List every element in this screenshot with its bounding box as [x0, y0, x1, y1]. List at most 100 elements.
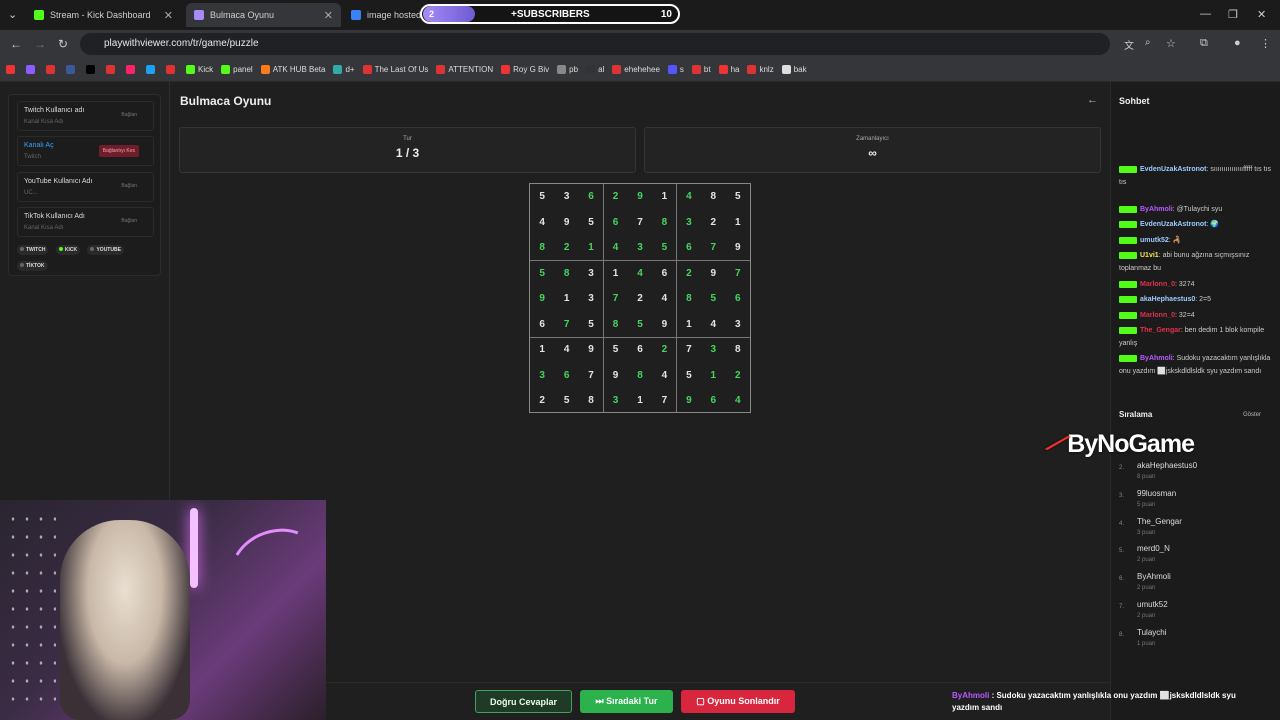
chat-username[interactable]: umutk52 [1140, 237, 1169, 244]
sudoku-cell[interactable]: 2 [677, 261, 701, 286]
bookmark-item[interactable]: knlz [747, 65, 774, 74]
bookmark-item[interactable]: pb [557, 65, 578, 74]
sudoku-cell[interactable]: 9 [554, 210, 578, 235]
close-window-icon[interactable]: ✕ [1257, 8, 1266, 21]
connect-button[interactable]: Bağlan [121, 112, 137, 118]
sudoku-cell[interactable]: 8 [530, 235, 554, 260]
bookmark-item[interactable]: al [586, 65, 604, 74]
url-input[interactable]: playwithviewer.com/tr/game/puzzle [80, 33, 1110, 55]
sudoku-cell[interactable]: 6 [530, 312, 554, 337]
profile-avatar-icon[interactable]: ● [1234, 37, 1241, 49]
sudoku-cell[interactable]: 1 [530, 337, 554, 362]
chat-username[interactable]: Marlonn_0 [1140, 281, 1175, 288]
bookmark-icon[interactable] [6, 65, 18, 74]
sudoku-cell[interactable]: 1 [652, 184, 676, 209]
sudoku-cell[interactable]: 4 [677, 184, 701, 209]
bookmark-icon[interactable] [106, 65, 118, 74]
sudoku-cell[interactable]: 7 [726, 261, 750, 286]
platform-chip-kick[interactable]: KICK [55, 245, 81, 255]
sudoku-cell[interactable]: 8 [701, 184, 725, 209]
sudoku-cell[interactable]: 7 [652, 388, 676, 413]
chat-username[interactable]: EvdenUzakAstronot [1140, 221, 1207, 228]
bookmark-item[interactable]: ATK HUB Beta [260, 65, 325, 74]
sudoku-cell[interactable]: 5 [530, 184, 554, 209]
chat-username[interactable]: The_Gengar [1140, 327, 1181, 334]
sudoku-cell[interactable]: 5 [530, 261, 554, 286]
sudoku-cell[interactable]: 4 [628, 261, 652, 286]
tab-search-icon[interactable]: ⌄ [8, 8, 17, 21]
sudoku-cell[interactable]: 5 [579, 210, 603, 235]
sudoku-cell[interactable]: 2 [628, 286, 652, 311]
sudoku-cell[interactable]: 5 [677, 363, 701, 388]
sudoku-cell[interactable]: 6 [701, 388, 725, 413]
sudoku-cell[interactable]: 1 [628, 388, 652, 413]
sudoku-cell[interactable]: 4 [726, 388, 750, 413]
sudoku-cell[interactable]: 7 [554, 312, 578, 337]
sudoku-cell[interactable]: 1 [677, 312, 701, 337]
sudoku-cell[interactable]: 6 [554, 363, 578, 388]
bookmark-item[interactable]: ha [718, 65, 739, 74]
tab-bulmaca-oyunu[interactable]: Bulmaca Oyunu ✕ [186, 3, 341, 27]
bookmark-item[interactable]: ATTENTION [436, 65, 493, 74]
chat-username[interactable]: Marlonn_0 [1140, 312, 1175, 319]
sudoku-cell[interactable]: 8 [726, 337, 750, 362]
sudoku-cell[interactable]: 1 [554, 286, 578, 311]
sudoku-cell[interactable]: 7 [628, 210, 652, 235]
tab-kick-dashboard[interactable]: Stream - Kick Dashboard ✕ [26, 3, 181, 27]
sudoku-cell[interactable]: 9 [701, 261, 725, 286]
zoom-icon[interactable]: ⌕ [1145, 37, 1151, 48]
sudoku-cell[interactable]: 8 [579, 388, 603, 413]
ranking-show-button[interactable]: Göster [1243, 412, 1261, 418]
sudoku-cell[interactable]: 8 [628, 363, 652, 388]
menu-icon[interactable]: ⋮ [1260, 37, 1271, 50]
bookmark-item[interactable]: Roy G Biv [501, 65, 549, 74]
sudoku-cell[interactable]: 3 [701, 337, 725, 362]
sudoku-cell[interactable]: 8 [652, 210, 676, 235]
bookmark-icon[interactable] [166, 65, 178, 74]
sudoku-cell[interactable]: 5 [603, 337, 627, 362]
sudoku-cell[interactable]: 2 [554, 235, 578, 260]
sudoku-cell[interactable]: 3 [677, 210, 701, 235]
bookmark-icon[interactable] [146, 65, 158, 74]
bookmark-icon[interactable] [66, 65, 78, 74]
chat-username[interactable]: ByAhmoli [1140, 206, 1173, 213]
sudoku-cell[interactable]: 4 [530, 210, 554, 235]
sudoku-cell[interactable]: 6 [652, 261, 676, 286]
sudoku-cell[interactable]: 5 [579, 312, 603, 337]
sudoku-cell[interactable]: 9 [726, 235, 750, 260]
bookmark-item[interactable]: panel [221, 65, 253, 74]
sudoku-cell[interactable]: 4 [652, 363, 676, 388]
reload-icon[interactable]: ↻ [58, 37, 68, 51]
sudoku-cell[interactable]: 1 [603, 261, 627, 286]
back-icon[interactable]: ← [10, 37, 22, 51]
sudoku-cell[interactable]: 3 [603, 388, 627, 413]
bookmark-item[interactable]: Kick [186, 65, 213, 74]
sudoku-cell[interactable]: 2 [530, 388, 554, 413]
sudoku-cell[interactable]: 1 [579, 235, 603, 260]
sudoku-cell[interactable]: 5 [652, 235, 676, 260]
sudoku-cell[interactable]: 7 [701, 235, 725, 260]
sudoku-cell[interactable]: 7 [603, 286, 627, 311]
sudoku-cell[interactable]: 6 [579, 184, 603, 209]
back-arrow-icon[interactable]: ← [1087, 94, 1098, 106]
sudoku-cell[interactable]: 3 [726, 312, 750, 337]
sudoku-cell[interactable]: 6 [628, 337, 652, 362]
sudoku-cell[interactable]: 6 [726, 286, 750, 311]
sudoku-cell[interactable]: 2 [701, 210, 725, 235]
sudoku-cell[interactable]: 4 [554, 337, 578, 362]
sudoku-cell[interactable]: 8 [603, 312, 627, 337]
sudoku-cell[interactable]: 9 [677, 388, 701, 413]
close-tab-icon[interactable]: ✕ [324, 9, 333, 22]
forward-icon[interactable]: → [34, 37, 46, 51]
connect-button[interactable]: Bağlan [121, 183, 137, 189]
open-channel-link[interactable]: Kanalı Aç [24, 142, 54, 149]
sudoku-cell[interactable]: 1 [701, 363, 725, 388]
sudoku-cell[interactable]: 3 [579, 261, 603, 286]
sudoku-cell[interactable]: 2 [726, 363, 750, 388]
sudoku-cell[interactable]: 7 [579, 363, 603, 388]
sudoku-cell[interactable]: 5 [701, 286, 725, 311]
bookmark-item[interactable]: d+ [333, 65, 355, 74]
sudoku-cell[interactable]: 2 [652, 337, 676, 362]
sudoku-cell[interactable]: 2 [603, 184, 627, 209]
bookmark-item[interactable]: The Last Of Us [362, 65, 428, 74]
